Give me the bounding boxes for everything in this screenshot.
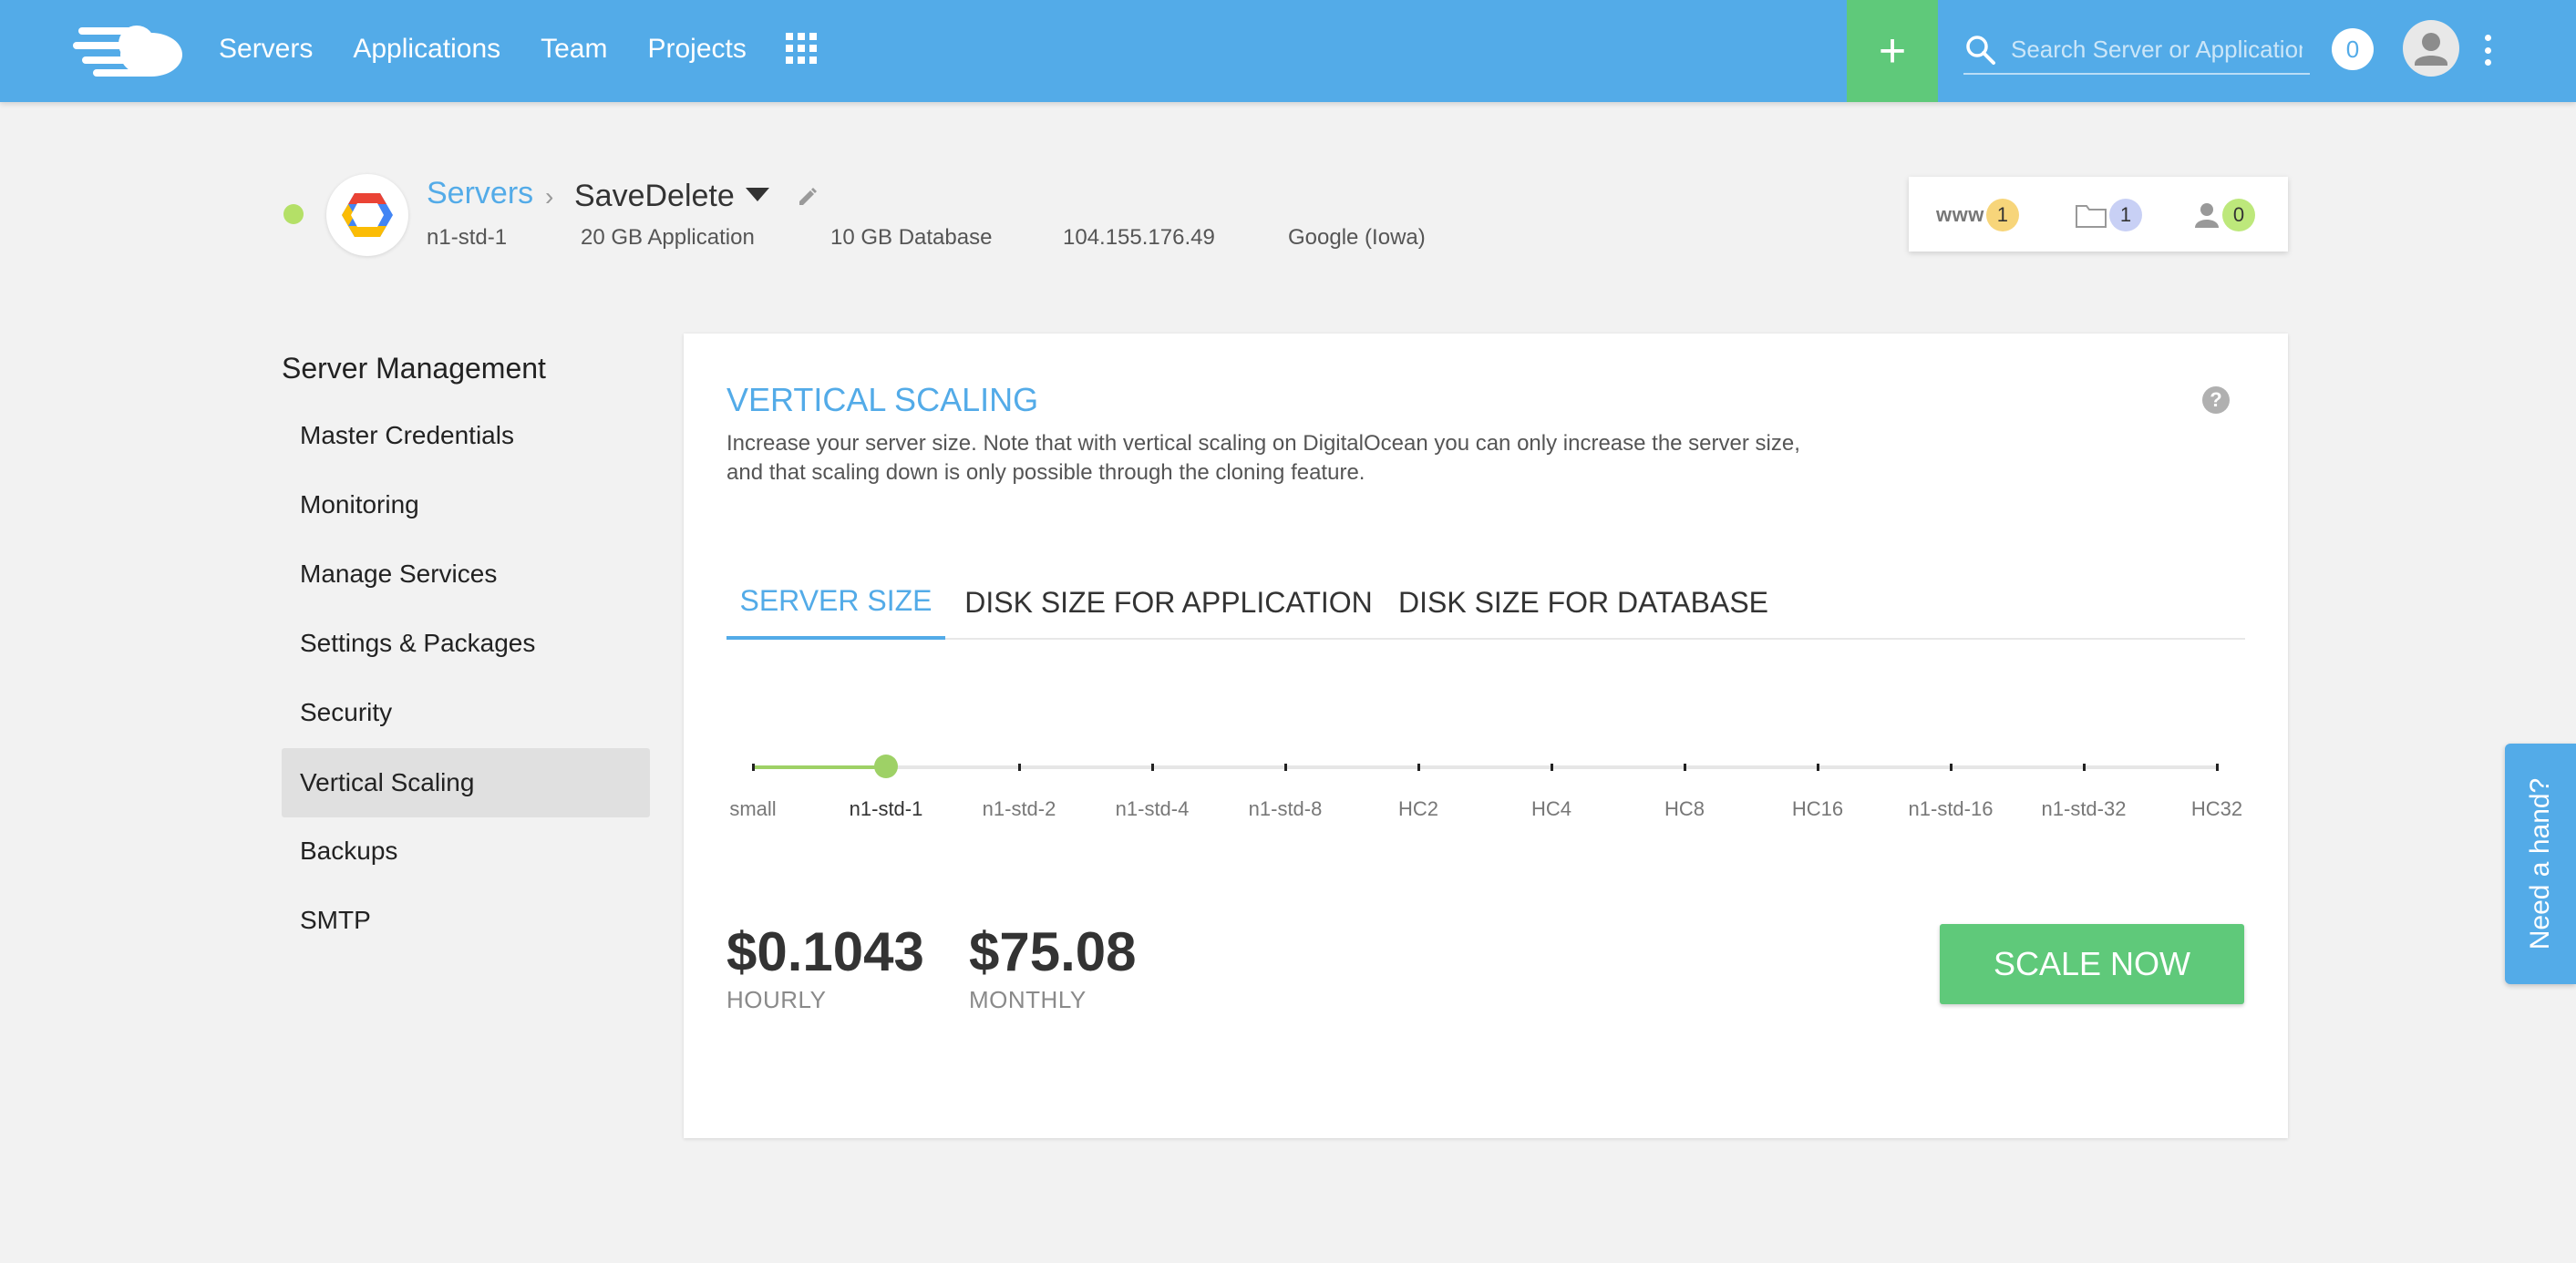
notification-count-badge[interactable]: 0	[2332, 28, 2374, 70]
slider-label[interactable]: n1-std-8	[1212, 797, 1358, 821]
sidebar-item-backups[interactable]: Backups	[282, 816, 650, 886]
user-avatar-icon[interactable]	[2403, 20, 2459, 77]
www-count[interactable]: www 1	[1936, 199, 2019, 231]
size-slider-track[interactable]	[753, 765, 2217, 769]
slider-label[interactable]: HC4	[1479, 797, 1624, 821]
card-title: VERTICAL SCALING	[726, 381, 1039, 418]
slider-tick[interactable]	[1150, 764, 1154, 771]
server-ip: 104.155.176.49	[1063, 225, 1215, 250]
slider-tick[interactable]	[1816, 764, 1819, 771]
nav-team[interactable]: Team	[541, 34, 607, 65]
server-location: Google (Iowa)	[1288, 225, 1426, 250]
slider-label[interactable]: small	[680, 797, 826, 821]
scaling-tabs: SERVER SIZE DISK SIZE FOR APPLICATION DI…	[726, 565, 2245, 640]
slider-tick[interactable]	[1683, 764, 1686, 771]
top-navbar: Servers Applications Team Projects + 0	[0, 0, 2576, 102]
users-count[interactable]: 0	[2193, 199, 2255, 231]
sidebar-item-settings-packages[interactable]: Settings & Packages	[282, 609, 650, 678]
nav-applications[interactable]: Applications	[353, 34, 500, 65]
nav-projects[interactable]: Projects	[647, 34, 746, 65]
scale-now-button[interactable]: SCALE NOW	[1940, 924, 2244, 1004]
server-status-dot	[283, 204, 304, 224]
slider-label[interactable]: n1-std-32	[2011, 797, 2157, 821]
vertical-scaling-card: VERTICAL SCALING ? Increase your server …	[684, 334, 2288, 1138]
slider-handle[interactable]	[874, 755, 898, 778]
nav-servers[interactable]: Servers	[219, 34, 313, 65]
breadcrumb-servers[interactable]: Servers	[427, 176, 533, 211]
search-icon	[1966, 36, 1995, 65]
slider-tick[interactable]	[1017, 764, 1021, 771]
help-icon[interactable]: ?	[2202, 386, 2230, 414]
search-input[interactable]	[2011, 31, 2303, 67]
size-slider-fill	[753, 765, 886, 769]
folder-count[interactable]: 1	[2075, 199, 2142, 231]
slider-label[interactable]: n1-std-16	[1878, 797, 2024, 821]
hourly-price: $0.1043	[726, 921, 924, 982]
server-counts-panel: www 1 1 0	[1909, 177, 2288, 252]
www-label: www	[1936, 203, 1984, 226]
users-count-badge: 0	[2222, 199, 2255, 231]
card-description: Increase your server size. Note that wit…	[726, 431, 1800, 485]
need-a-hand-label: Need a hand?	[2525, 777, 2555, 950]
apps-count-badge: 1	[1985, 199, 2019, 231]
sidebar-item-vertical-scaling[interactable]: Vertical Scaling	[282, 748, 650, 817]
search-bar	[1963, 26, 2310, 75]
slider-tick[interactable]	[1417, 764, 1420, 771]
server-size: n1-std-1	[427, 225, 508, 250]
breadcrumb-separator: ›	[545, 182, 554, 210]
sidebar-item-security[interactable]: Security	[282, 678, 650, 747]
server-app-disk: 20 GB Application	[581, 225, 755, 250]
slider-label[interactable]: HC32	[2144, 797, 2290, 821]
google-cloud-logo	[326, 174, 408, 256]
sidebar-title: Server Management	[282, 352, 546, 385]
monthly-price: $75.08	[969, 921, 1137, 982]
slider-tick[interactable]	[2082, 764, 2086, 771]
sidebar-item-master-credentials[interactable]: Master Credentials	[282, 401, 650, 470]
edit-pencil-icon[interactable]	[797, 186, 819, 212]
slider-tick[interactable]	[2215, 764, 2219, 771]
slider-tick[interactable]	[1949, 764, 1953, 771]
cloudways-logo[interactable]	[73, 20, 186, 80]
server-dropdown-caret-icon[interactable]	[746, 188, 769, 201]
tab-server-size[interactable]: SERVER SIZE	[726, 565, 945, 640]
server-name: SaveDelete	[574, 179, 735, 213]
apps-grid-icon[interactable]	[786, 33, 817, 64]
slider-label[interactable]: HC2	[1345, 797, 1491, 821]
folders-count-badge: 1	[2109, 199, 2142, 231]
sidebar-item-smtp[interactable]: SMTP	[282, 886, 650, 955]
sidebar-item-monitoring[interactable]: Monitoring	[282, 470, 650, 539]
monthly-label: MONTHLY	[969, 986, 1087, 1013]
tab-disk-size-database[interactable]: DISK SIZE FOR DATABASE	[1392, 565, 1775, 640]
user-icon	[2195, 203, 2219, 228]
server-db-disk: 10 GB Database	[830, 225, 993, 250]
slider-label[interactable]: HC16	[1745, 797, 1891, 821]
slider-tick[interactable]	[1283, 764, 1287, 771]
slider-label[interactable]: n1-std-1	[813, 797, 959, 821]
slider-tick[interactable]	[751, 764, 755, 771]
more-menu-icon[interactable]	[2483, 35, 2492, 66]
folder-icon	[2076, 205, 2107, 228]
main-nav: Servers Applications Team Projects	[219, 0, 787, 98]
tab-disk-size-application[interactable]: DISK SIZE FOR APPLICATION	[954, 565, 1383, 640]
slider-label[interactable]: HC8	[1612, 797, 1757, 821]
slider-tick[interactable]	[1550, 764, 1553, 771]
add-button[interactable]: +	[1847, 0, 1938, 102]
hourly-label: HOURLY	[726, 986, 827, 1013]
slider-label[interactable]: n1-std-2	[946, 797, 1092, 821]
slider-label[interactable]: n1-std-4	[1079, 797, 1225, 821]
need-a-hand-tab[interactable]: Need a hand?	[2505, 744, 2576, 984]
sidebar-item-manage-services[interactable]: Manage Services	[282, 539, 650, 609]
